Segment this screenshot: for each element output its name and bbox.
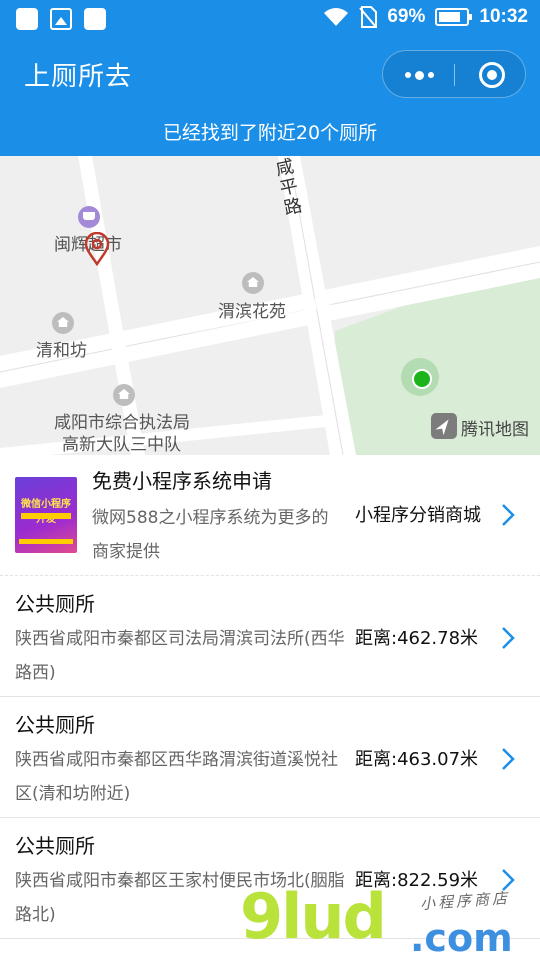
notification-app-icon <box>16 8 38 30</box>
chevron-right-icon <box>502 869 515 891</box>
miniprogram-capsule <box>382 50 526 98</box>
toilet-list: 微信小程序开发 免费小程序系统申请 微网588之小程序系统为更多的商家提供 小程… <box>0 455 540 939</box>
toilet-list-item[interactable]: 公共厕所 陕西省咸阳市秦都区司法局渭滨司法所(西华路西) 距离:462.78米 <box>0 576 540 697</box>
capsule-divider <box>454 64 455 86</box>
map-poi-label-weibin: 渭滨花苑 <box>218 302 286 322</box>
toilet-address: 陕西省咸阳市秦都区王家村便民市场北(胭脂路北) <box>15 871 345 925</box>
residence-icon <box>52 312 74 334</box>
ad-list-item[interactable]: 微信小程序开发 免费小程序系统申请 微网588之小程序系统为更多的商家提供 小程… <box>0 455 540 576</box>
residence-icon <box>242 272 264 294</box>
government-icon <box>113 384 135 406</box>
tencent-map-logo-icon <box>431 413 457 439</box>
toilet-title: 公共厕所 <box>15 592 95 616</box>
result-banner: 已经找到了附近20个厕所 <box>0 110 540 156</box>
notification-icons <box>16 8 106 30</box>
clock: 10:32 <box>479 6 528 27</box>
no-sim-icon <box>359 6 378 28</box>
toilet-distance: 距离:463.07米 <box>355 749 479 770</box>
map-view[interactable]: 咸平路 闽辉超市 渭滨花苑 清和坊 咸阳市综合执法局 高新大队三中队 腾讯地图 <box>0 156 540 455</box>
navigation-bar: 上厕所去 <box>0 40 540 110</box>
ad-thumbnail-text: 微信小程序开发 <box>21 499 71 525</box>
chevron-right-icon <box>502 748 515 770</box>
notification-app-icon-2 <box>84 8 106 30</box>
ad-thumbnail: 微信小程序开发 <box>15 477 77 553</box>
toilet-pin-icon[interactable] <box>84 232 110 266</box>
toilet-title: 公共厕所 <box>15 834 95 858</box>
image-notification-icon <box>50 8 72 30</box>
close-miniprogram-icon[interactable] <box>479 62 505 88</box>
map-poi-label-qinghefang: 清和坊 <box>36 341 87 361</box>
chevron-right-icon <box>502 504 515 526</box>
ad-title: 免费小程序系统申请 <box>92 469 272 493</box>
wifi-icon <box>324 8 349 26</box>
current-location-marker <box>401 358 439 396</box>
toilet-address: 陕西省咸阳市秦都区司法局渭滨司法所(西华路西) <box>15 629 345 683</box>
page-title: 上厕所去 <box>24 62 133 92</box>
toilet-list-item[interactable]: 公共厕所 陕西省咸阳市秦都区西华路渭滨街道溪悦社区(清和坊附近) 距离:463.… <box>0 697 540 818</box>
toilet-title: 公共厕所 <box>15 713 95 737</box>
toilet-list-item[interactable]: 公共厕所 陕西省咸阳市秦都区王家村便民市场北(胭脂路北) 距离:822.59米 <box>0 818 540 939</box>
map-provider-label: 腾讯地图 <box>461 420 529 440</box>
battery-percent: 69% <box>387 6 426 27</box>
map-poi-label-law-2: 高新大队三中队 <box>62 435 181 455</box>
ad-description: 微网588之小程序系统为更多的商家提供 <box>92 508 329 562</box>
toilet-distance: 距离:462.78米 <box>355 628 479 649</box>
more-options-icon[interactable] <box>383 51 455 99</box>
battery-icon <box>435 8 473 26</box>
toilet-address: 陕西省咸阳市秦都区西华路渭滨街道溪悦社区(清和坊附近) <box>15 750 338 804</box>
system-indicators: 69% 10:32 <box>323 6 528 28</box>
chevron-right-icon <box>502 627 515 649</box>
status-bar: 69% 10:32 <box>0 0 540 40</box>
toilet-distance: 距离:822.59米 <box>355 870 479 891</box>
supermarket-icon <box>78 206 100 228</box>
ad-tag: 小程序分销商城 <box>355 505 481 526</box>
